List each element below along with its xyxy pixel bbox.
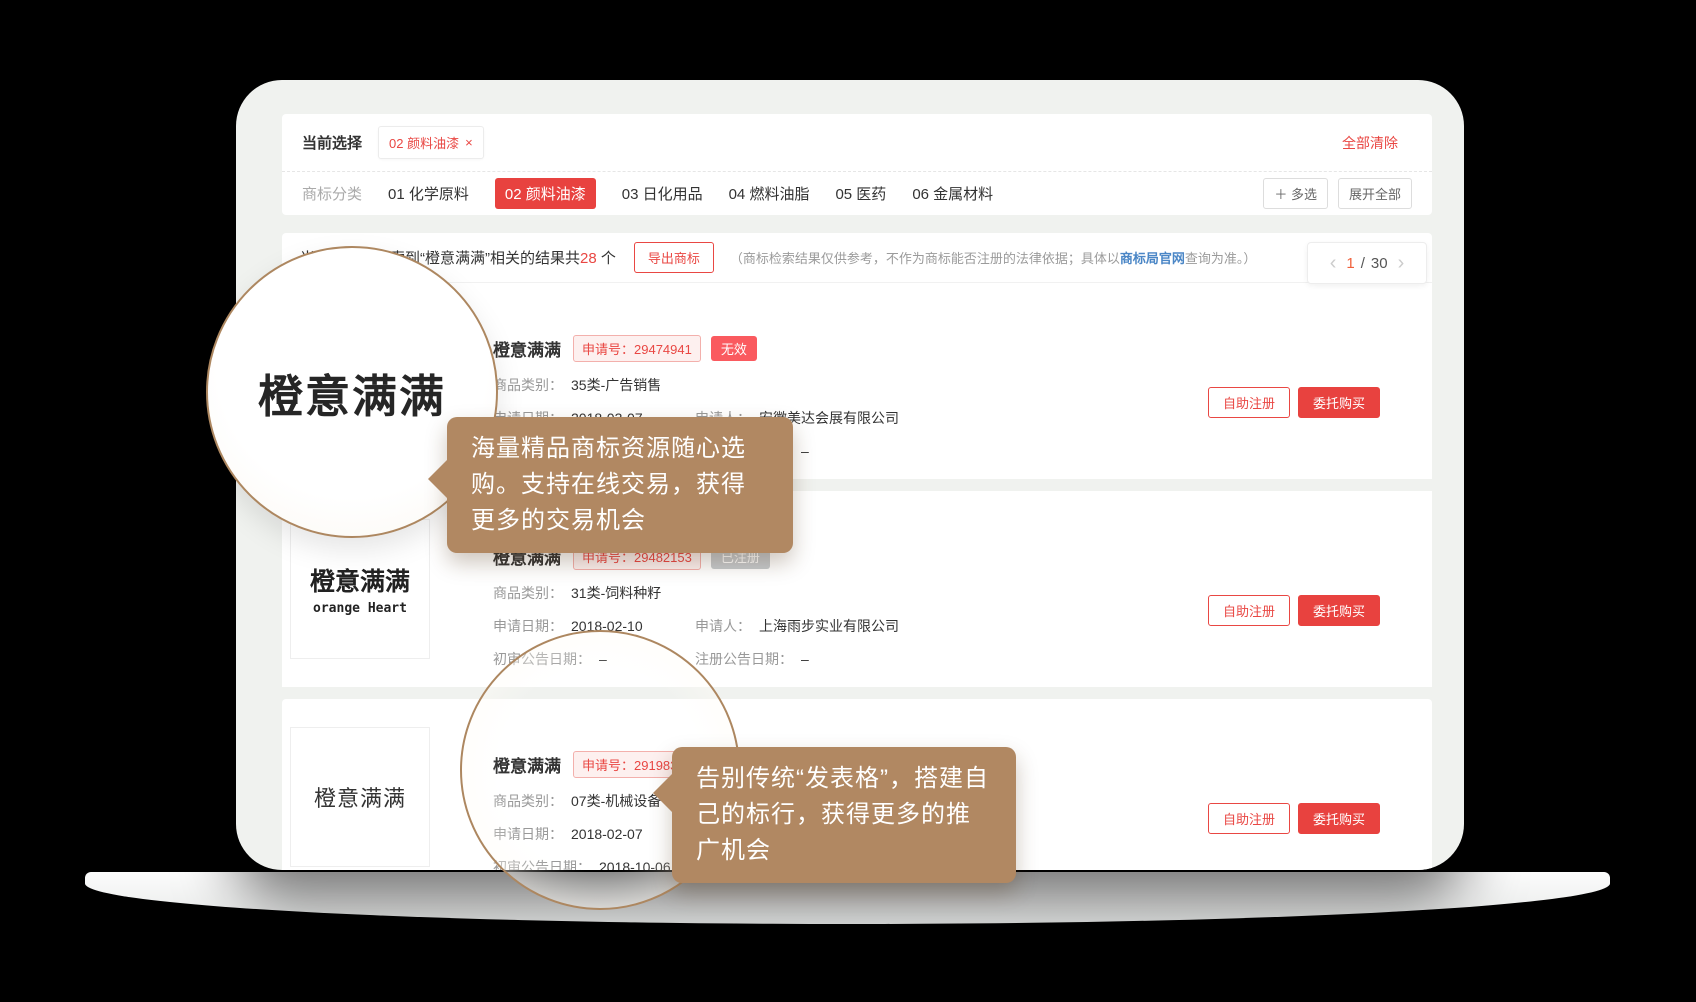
apply-date-label: 申请日期：	[493, 618, 563, 634]
category-item-01[interactable]: 01 化学原料	[388, 183, 469, 204]
trademark-thumbnail-3[interactable]: 橙意满满	[290, 727, 430, 867]
category-item-02-selected[interactable]: 02 颜料油漆	[495, 178, 596, 209]
thumbnail-subtext: orange Heart	[313, 601, 407, 616]
export-trademarks-button[interactable]: 导出商标	[634, 242, 714, 273]
category-label: 商标分类	[302, 183, 362, 204]
selected-filter-tag[interactable]: 02 颜料油漆 ×	[378, 126, 484, 159]
tooltip-promotion: 告别传统“发表格”，搭建自己的标行，获得更多的推广机会	[672, 747, 1016, 883]
stage: 当前选择 02 颜料油漆 × 全部清除 商标分类 01 化学原料 02 颜料油漆…	[0, 0, 1696, 1002]
results-disclaimer: （商标检索结果仅供参考，不作为商标能否注册的法律依据；具体以商标局官网查询为准。…	[730, 248, 1257, 267]
category-item-06[interactable]: 06 金属材料	[912, 183, 993, 204]
status-badge-invalid: 无效	[711, 336, 757, 361]
category-item-03[interactable]: 03 日化用品	[622, 183, 703, 204]
applicant-label: 申请人：	[695, 618, 751, 634]
category-item-05[interactable]: 05 医药	[835, 183, 886, 204]
category-field-label: 商品类别：	[493, 377, 563, 393]
trademark-thumbnail-2[interactable]: 橙意满满 orange Heart	[290, 519, 430, 659]
trademark-office-link[interactable]: 商标局官网	[1120, 251, 1185, 266]
application-number-badge: 申请号：29474941	[573, 335, 701, 362]
pagination: ‹ 1 / 30 ›	[1307, 242, 1427, 284]
category-field-label: 商品类别：	[493, 585, 563, 601]
category-field-value: 31类-饲料种籽	[571, 585, 661, 601]
filter-panel: 当前选择 02 颜料油漆 × 全部清除 商标分类 01 化学原料 02 颜料油漆…	[282, 114, 1432, 215]
next-page-icon[interactable]: ›	[1394, 253, 1409, 273]
selected-filter-tag-text: 02 颜料油漆	[389, 133, 459, 152]
remove-filter-icon[interactable]: ×	[465, 135, 473, 150]
registration-publication-value: –	[801, 651, 809, 667]
category-field-value: 35类-广告销售	[571, 377, 661, 393]
results-count: 28	[580, 250, 597, 267]
entrust-buy-button[interactable]: 委托购买	[1298, 595, 1380, 626]
entrust-buy-button[interactable]: 委托购买	[1298, 387, 1380, 418]
self-register-button[interactable]: 自助注册	[1208, 595, 1290, 626]
current-page: 1	[1346, 255, 1354, 272]
applicant-value: 上海雨步实业有限公司	[759, 618, 899, 634]
entrust-buy-button[interactable]: 委托购买	[1298, 803, 1380, 834]
category-row: 商标分类 01 化学原料 02 颜料油漆 03 日化用品 04 燃料油脂 05 …	[282, 172, 1432, 214]
prev-page-icon[interactable]: ‹	[1326, 253, 1341, 273]
current-selection-label: 当前选择	[302, 132, 362, 153]
page-separator: /	[1361, 255, 1365, 272]
expand-all-button[interactable]: 展开全部	[1338, 178, 1412, 209]
self-register-button[interactable]: 自助注册	[1208, 387, 1290, 418]
trademark-name[interactable]: 橙意满满	[493, 336, 561, 361]
self-register-button[interactable]: 自助注册	[1208, 803, 1290, 834]
magnified-trademark-text: 橙意满满	[258, 360, 446, 425]
clear-all-button[interactable]: 全部清除	[1342, 133, 1398, 153]
multi-select-button[interactable]: ＋ 多选	[1263, 178, 1328, 209]
registration-publication-value: –	[801, 443, 809, 459]
current-selection-row: 当前选择 02 颜料油漆 × 全部清除	[282, 114, 1432, 172]
thumbnail-text: 橙意满满	[314, 781, 406, 813]
category-item-04[interactable]: 04 燃料油脂	[729, 183, 810, 204]
thumbnail-text: 橙意满满	[310, 562, 410, 598]
results-header: 当前分类下检索到“橙意满满”相关的结果共28 个 导出商标 （商标检索结果仅供参…	[282, 233, 1432, 283]
tooltip-marketplace: 海量精品商标资源随心选购。支持在线交易，获得更多的交易机会	[447, 417, 793, 553]
registration-publication-label: 注册公告日期：	[695, 651, 793, 667]
total-pages: 30	[1371, 255, 1388, 272]
